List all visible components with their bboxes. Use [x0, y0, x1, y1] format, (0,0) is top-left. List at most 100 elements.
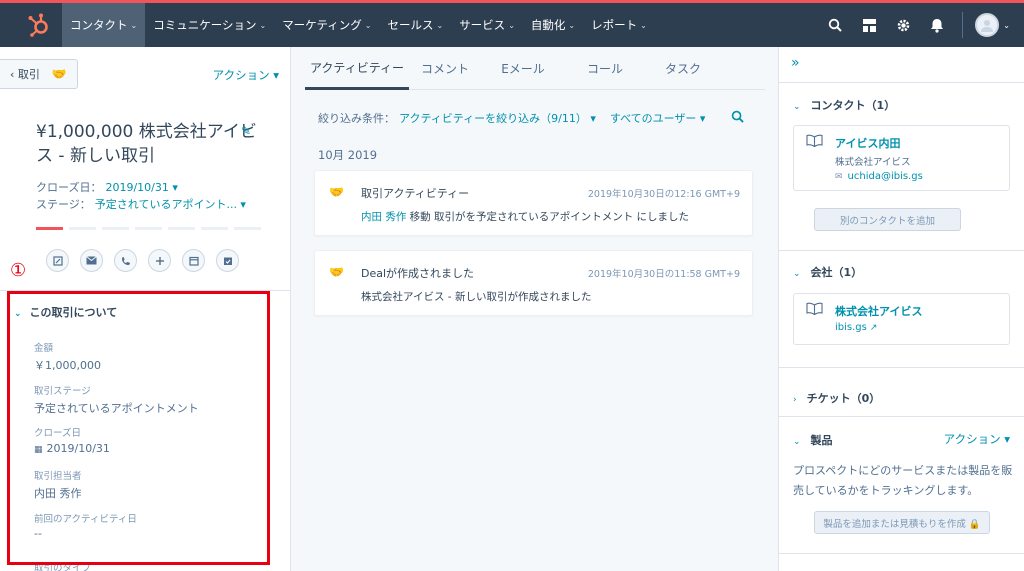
month-header: 10月 2019 — [318, 148, 378, 162]
progress-segment — [201, 227, 228, 230]
search-icon[interactable] — [731, 110, 744, 127]
calendar-icon[interactable] — [182, 249, 205, 272]
contact-email-link[interactable]: ✉ uchida@ibis.gs — [835, 171, 923, 182]
book-icon — [806, 302, 823, 319]
stage-row: ステージ： 予定されているアポイント... ▾ — [36, 198, 246, 211]
company-card: 株式会社アイビス ibis.gs ↗ — [793, 293, 1010, 345]
chevron-down-icon: ⌄ — [793, 437, 801, 447]
card-timestamp: 2019年10月30日の12:16 GMT+9 — [587, 189, 740, 200]
add-contact-button[interactable]: 別のコンタクトを追加 — [814, 208, 961, 231]
contacts-section-header[interactable]: ⌄ コンタクト（1） — [793, 97, 895, 113]
progress-segment — [234, 227, 261, 230]
add-product-button[interactable]: 製品を追加または見積もりを作成 🔒 — [814, 511, 990, 534]
divider — [962, 12, 964, 38]
email-icon[interactable] — [80, 249, 103, 272]
chevron-down-icon[interactable]: ⌄ — [1003, 21, 1010, 30]
tab-activity[interactable]: アクティビティー — [305, 47, 409, 90]
nav-item-sales[interactable]: セールス ⌄ — [379, 3, 451, 47]
deal-sidebar: ‹ 取引 🤝 アクション ▾ ¥1,000,000 株式会社アイビス - 新しい… — [0, 47, 291, 571]
progress-segment — [135, 227, 162, 230]
nav-item-service[interactable]: サービス ⌄ — [451, 3, 523, 47]
activity-actions — [46, 249, 239, 272]
call-icon[interactable] — [114, 249, 137, 272]
email-icon: ✉ — [835, 172, 843, 182]
handshake-icon: 🤝 — [51, 67, 67, 81]
contact-company: 株式会社アイビス — [835, 157, 911, 168]
stage-progress-bar — [36, 227, 261, 230]
annotation-marker: ① — [10, 260, 27, 281]
deal-title[interactable]: ¥1,000,000 株式会社アイビス - 新しい取引 — [36, 120, 261, 168]
contact-name-link[interactable]: アイビス内田 — [835, 135, 900, 151]
handshake-icon: 🤝 — [329, 265, 344, 279]
progress-segment — [36, 227, 63, 230]
owner-link[interactable]: 内田 秀作 — [361, 211, 406, 223]
top-navigation-bar: コンタクト ⌄ コミュニケーション ⌄ マーケティング ⌄ セールス ⌄ サービス ⌄ 自… — [0, 0, 1024, 47]
chevron-down-icon: ⌄ — [130, 20, 138, 30]
activity-tabs: アクティビティー コメント Eメール コール タスク — [305, 47, 765, 90]
progress-segment — [168, 227, 195, 230]
chevron-down-icon: ⌄ — [508, 20, 515, 30]
search-icon[interactable] — [818, 3, 852, 47]
contact-card: アイビス内田 株式会社アイビス ✉ uchida@ibis.gs — [793, 125, 1010, 191]
chevron-down-icon: ⌄ — [793, 102, 801, 112]
divider — [779, 416, 1024, 417]
filter-activity-dropdown[interactable]: アクティビティーを絞り込み（9/11） ▾ — [399, 112, 596, 125]
activity-timeline: アクティビティー コメント Eメール コール タスク 絞り込み条件： アクティビテ… — [291, 47, 778, 571]
highlight-box — [7, 291, 270, 565]
add-icon[interactable] — [148, 249, 171, 272]
card-title: Dealが作成されました — [361, 267, 475, 280]
progress-segment — [102, 227, 129, 230]
card-body: 株式会社アイビス - 新しい取引が作成されました — [361, 291, 592, 303]
chevron-down-icon: ⌄ — [568, 20, 576, 30]
nav-item-reports[interactable]: レポート ⌄ — [583, 3, 655, 47]
timeline-card[interactable]: 🤝 取引アクティビティー 2019年10月30日の12:16 GMT+9 内田 … — [314, 170, 753, 236]
associations-sidebar: » ⌄ コンタクト（1） アイビス内田 株式会社アイビス ✉ uchida@ibis… — [778, 47, 1024, 571]
filter-row: 絞り込み条件： アクティビティーを絞り込み（9/11） ▾ すべてのユーザー ▾ — [318, 112, 706, 125]
expand-icon[interactable]: » — [791, 55, 800, 71]
edit-pencil-icon[interactable]: ✎ — [241, 124, 251, 138]
tab-calls[interactable]: コール — [565, 47, 645, 90]
note-icon[interactable] — [46, 249, 69, 272]
chevron-down-icon: ⌄ — [259, 20, 267, 30]
book-icon — [806, 134, 823, 151]
chevron-down-icon: ⌄ — [640, 20, 647, 30]
tab-notes[interactable]: コメント — [409, 47, 481, 90]
tab-emails[interactable]: Eメール — [481, 47, 565, 90]
marketplace-icon[interactable] — [852, 3, 886, 47]
hubspot-logo-icon[interactable] — [26, 12, 52, 38]
divider — [779, 367, 1024, 368]
task-icon[interactable] — [216, 249, 239, 272]
main-nav: コンタクト ⌄ コミュニケーション ⌄ マーケティング ⌄ セールス ⌄ サービス ⌄ 自… — [62, 3, 655, 47]
companies-section-header[interactable]: ⌄ 会社（1） — [793, 264, 862, 280]
tab-tasks[interactable]: タスク — [645, 47, 721, 90]
stage-value[interactable]: 予定されているアポイント... ▾ — [95, 198, 246, 211]
top-icons: ⌄ — [818, 3, 1024, 47]
progress-segment — [69, 227, 96, 230]
products-section-header[interactable]: ⌄ 製品 — [793, 432, 833, 448]
filter-users-dropdown[interactable]: すべてのユーザー ▾ — [610, 112, 706, 125]
company-name-link[interactable]: 株式会社アイビス — [835, 303, 922, 319]
settings-icon[interactable] — [886, 3, 920, 47]
nav-item-marketing[interactable]: マーケティング ⌄ — [274, 3, 379, 47]
tickets-section-header[interactable]: › チケット（0） — [793, 390, 880, 406]
chevron-down-icon: ⌄ — [793, 269, 801, 279]
action-dropdown[interactable]: アクション ▾ — [213, 67, 279, 83]
products-description: プロスペクトにどのサービスまたは製品を販売しているかをトラッキングします。 — [793, 464, 1013, 497]
divider — [779, 82, 1024, 83]
user-avatar[interactable] — [975, 13, 1000, 37]
company-domain-link[interactable]: ibis.gs ↗ — [835, 322, 877, 333]
close-date-row: クローズ日： 2019/10/31 ▾ — [36, 181, 178, 194]
notifications-icon[interactable] — [920, 3, 954, 47]
card-title: 取引アクティビティー — [361, 187, 470, 200]
nav-item-contacts[interactable]: コンタクト ⌄ — [62, 3, 146, 47]
timeline-card[interactable]: 🤝 Dealが作成されました 2019年10月30日の11:58 GMT+9 株… — [314, 250, 753, 316]
card-timestamp: 2019年10月30日の11:58 GMT+9 — [587, 269, 740, 280]
nav-item-automation[interactable]: 自動化 ⌄ — [523, 3, 583, 47]
products-action-dropdown[interactable]: アクション ▾ — [944, 431, 1010, 447]
chevron-down-icon: ⌄ — [364, 20, 372, 30]
card-body: 内田 秀作 移動 取引がを予定されているアポイントメント にしました — [361, 211, 690, 223]
close-date-value[interactable]: 2019/10/31 ▾ — [105, 181, 177, 194]
handshake-icon: 🤝 — [329, 185, 344, 199]
nav-item-conversations[interactable]: コミュニケーション ⌄ — [145, 3, 274, 47]
back-to-deals-button[interactable]: ‹ 取引 🤝 — [0, 59, 78, 89]
